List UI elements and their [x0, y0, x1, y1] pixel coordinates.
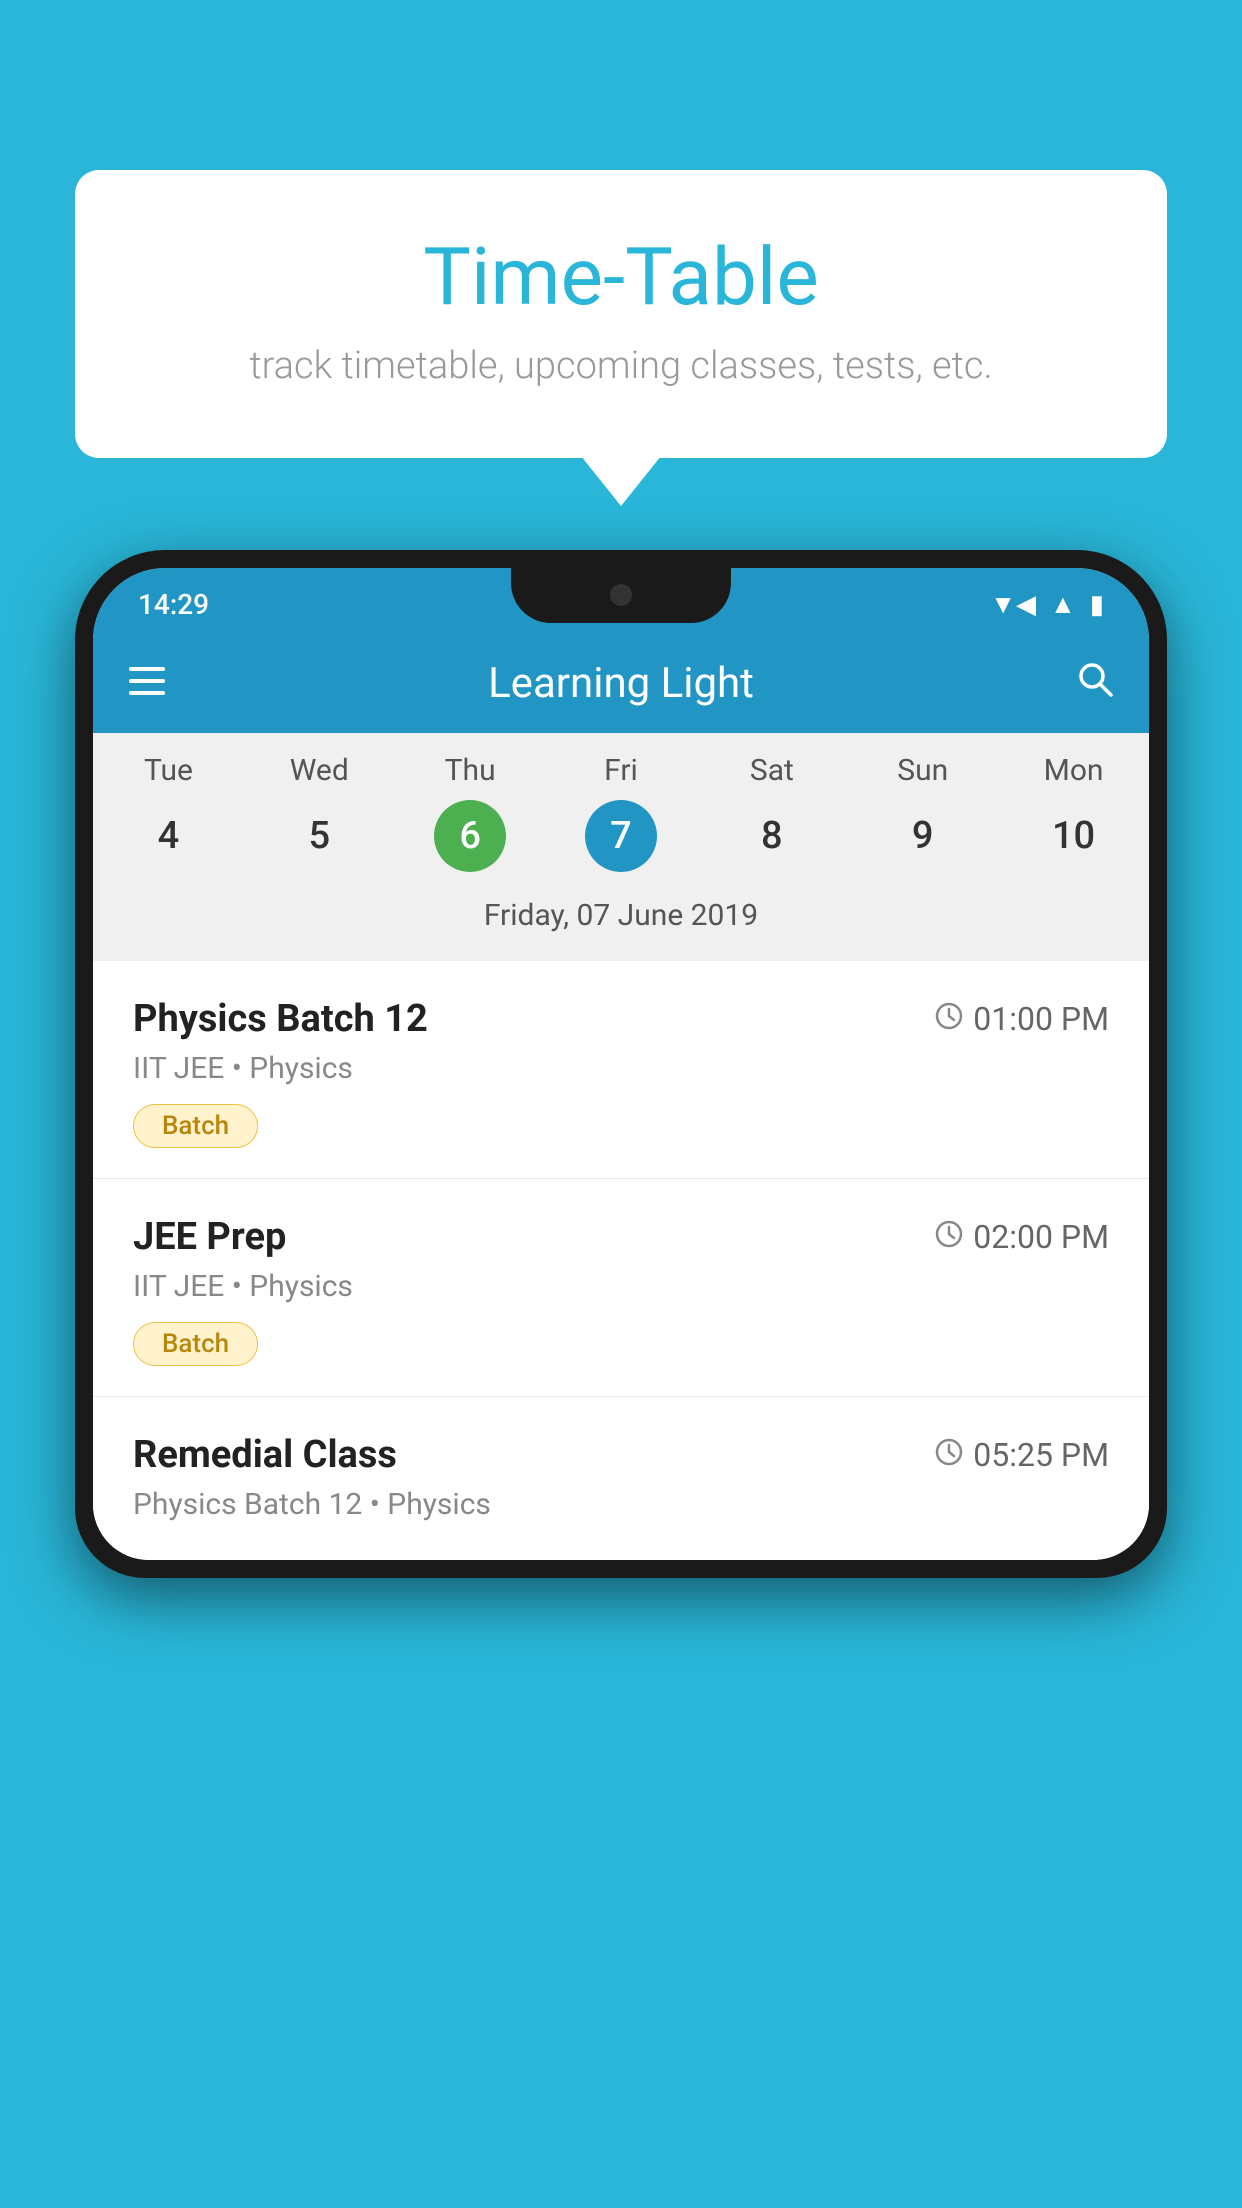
class-item-physics-batch-12[interactable]: Physics Batch 12 01:00 PM	[93, 961, 1149, 1179]
day-numbers: 4 5 6 7 8 9 10	[93, 800, 1149, 872]
status-bar: 14:29 ▼◀ ▲ ▮	[93, 568, 1149, 633]
class-item-jee-prep[interactable]: JEE Prep 02:00 PM	[93, 1179, 1149, 1397]
battery-icon: ▮	[1090, 590, 1104, 620]
class-time-3: 05:25 PM	[935, 1436, 1109, 1474]
day-header-fri: Fri	[546, 753, 697, 788]
day-8[interactable]: 8	[736, 800, 808, 872]
class-time-text-3: 05:25 PM	[973, 1436, 1109, 1474]
day-6-today[interactable]: 6	[434, 800, 506, 872]
app-bar-title: Learning Light	[195, 659, 1047, 708]
signal-icon: ▲	[1050, 589, 1076, 620]
status-time: 14:29	[138, 588, 209, 621]
status-icons: ▼◀ ▲ ▮	[990, 589, 1104, 620]
class-name-1: Physics Batch 12	[133, 997, 428, 1041]
class-name-2: JEE Prep	[133, 1215, 286, 1259]
class-time-1: 01:00 PM	[935, 1000, 1109, 1038]
class-item-remedial[interactable]: Remedial Class 05:25 PM	[93, 1397, 1149, 1560]
class-meta-1: IIT JEE • Physics	[133, 1051, 1109, 1086]
batch-badge-2: Batch	[133, 1322, 258, 1366]
phone-screen: 14:29 ▼◀ ▲ ▮ Learning Light	[93, 568, 1149, 1560]
app-bar: Learning Light	[93, 633, 1149, 733]
class-item-header-3: Remedial Class 05:25 PM	[133, 1433, 1109, 1477]
day-5[interactable]: 5	[283, 800, 355, 872]
class-time-2: 02:00 PM	[935, 1218, 1109, 1256]
day-10[interactable]: 10	[1038, 800, 1110, 872]
day-header-sun: Sun	[847, 753, 998, 788]
day-9[interactable]: 9	[887, 800, 959, 872]
tooltip-title: Time-Table	[125, 230, 1117, 324]
tooltip-card: Time-Table track timetable, upcoming cla…	[75, 170, 1167, 458]
class-item-header-1: Physics Batch 12 01:00 PM	[133, 997, 1109, 1041]
class-meta-3: Physics Batch 12 • Physics	[133, 1487, 1109, 1522]
search-button[interactable]	[1077, 661, 1113, 706]
selected-date-label: Friday, 07 June 2019	[93, 888, 1149, 951]
class-time-text-1: 01:00 PM	[973, 1000, 1109, 1038]
class-meta-2: IIT JEE • Physics	[133, 1269, 1109, 1304]
wifi-icon: ▼◀	[990, 589, 1036, 620]
clock-icon-2	[935, 1218, 963, 1256]
day-headers: Tue Wed Thu Fri Sat Sun Mon	[93, 753, 1149, 788]
clock-icon-3	[935, 1436, 963, 1474]
clock-icon-1	[935, 1000, 963, 1038]
day-header-tue: Tue	[93, 753, 244, 788]
class-time-text-2: 02:00 PM	[973, 1218, 1109, 1256]
day-4[interactable]: 4	[132, 800, 204, 872]
batch-badge-1: Batch	[133, 1104, 258, 1148]
day-header-thu: Thu	[395, 753, 546, 788]
day-header-mon: Mon	[998, 753, 1149, 788]
class-item-header-2: JEE Prep 02:00 PM	[133, 1215, 1109, 1259]
hamburger-menu-icon[interactable]	[129, 662, 165, 704]
day-header-sat: Sat	[696, 753, 847, 788]
tooltip-subtitle: track timetable, upcoming classes, tests…	[125, 344, 1117, 388]
day-7-selected[interactable]: 7	[585, 800, 657, 872]
phone-outer-shell: 14:29 ▼◀ ▲ ▮ Learning Light	[75, 550, 1167, 1578]
class-name-3: Remedial Class	[133, 1433, 397, 1477]
class-list: Physics Batch 12 01:00 PM	[93, 961, 1149, 1560]
calendar-strip: Tue Wed Thu Fri Sat Sun Mon 4 5 6 7 8 9 …	[93, 733, 1149, 961]
day-header-wed: Wed	[244, 753, 395, 788]
phone-mockup: 14:29 ▼◀ ▲ ▮ Learning Light	[75, 550, 1167, 2208]
